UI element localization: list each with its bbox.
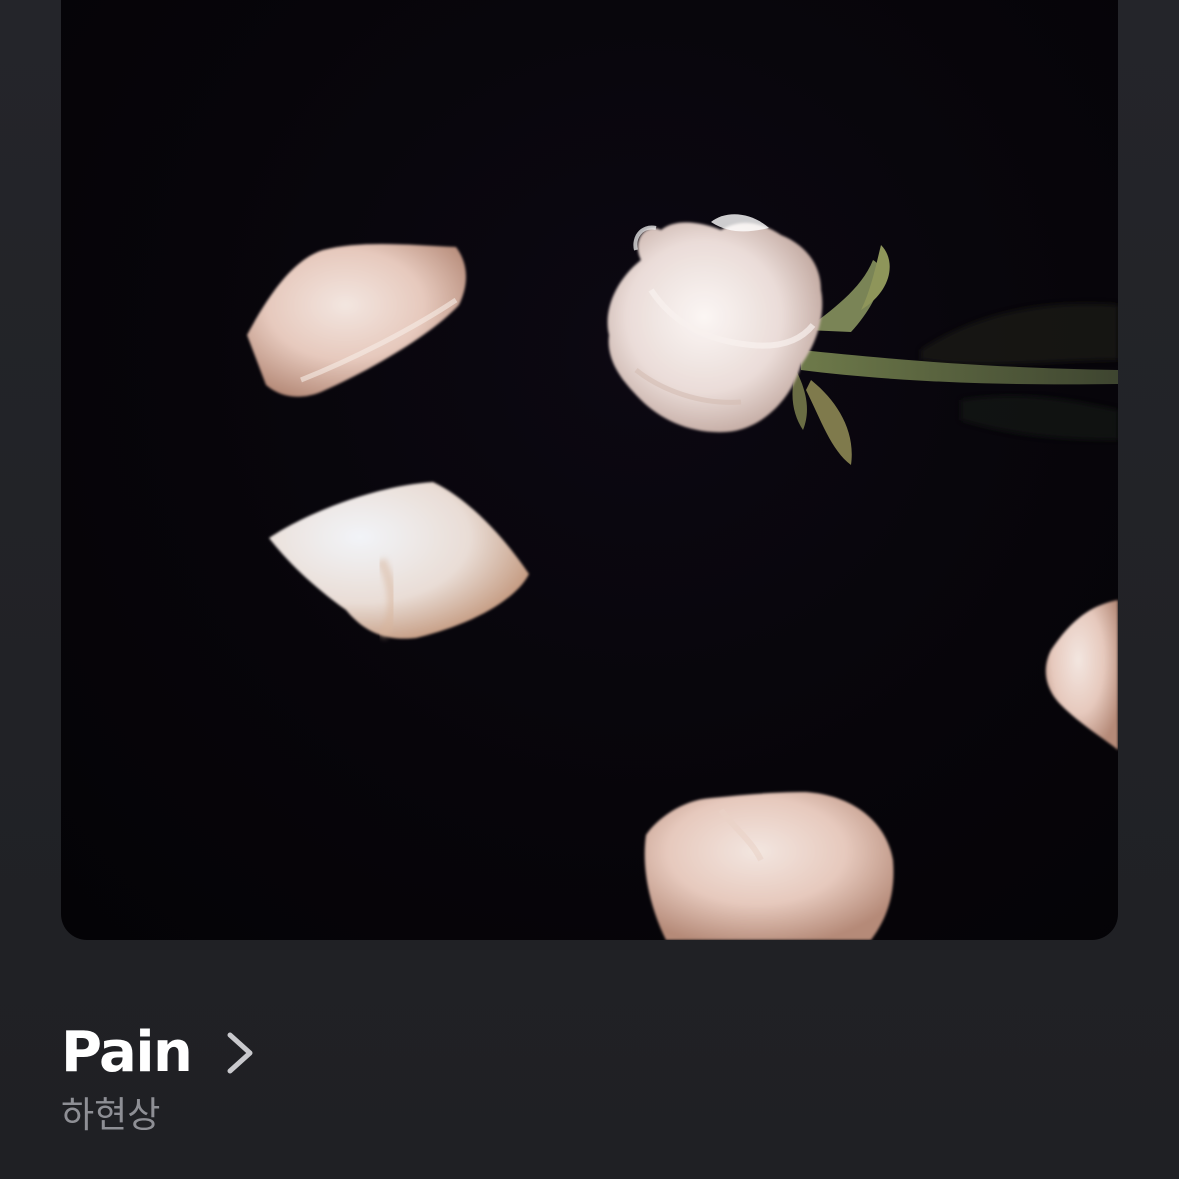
artist-name[interactable]: 하현상 [61,1098,160,1134]
song-title: Pain [61,1020,193,1085]
album-artwork-image [247,214,1118,940]
chevron-right-icon [227,1032,253,1074]
song-title-row[interactable]: Pain [61,1018,255,1088]
album-artwork[interactable] [61,0,1118,940]
now-playing-screen: Pain 하현상 [0,0,1179,1179]
